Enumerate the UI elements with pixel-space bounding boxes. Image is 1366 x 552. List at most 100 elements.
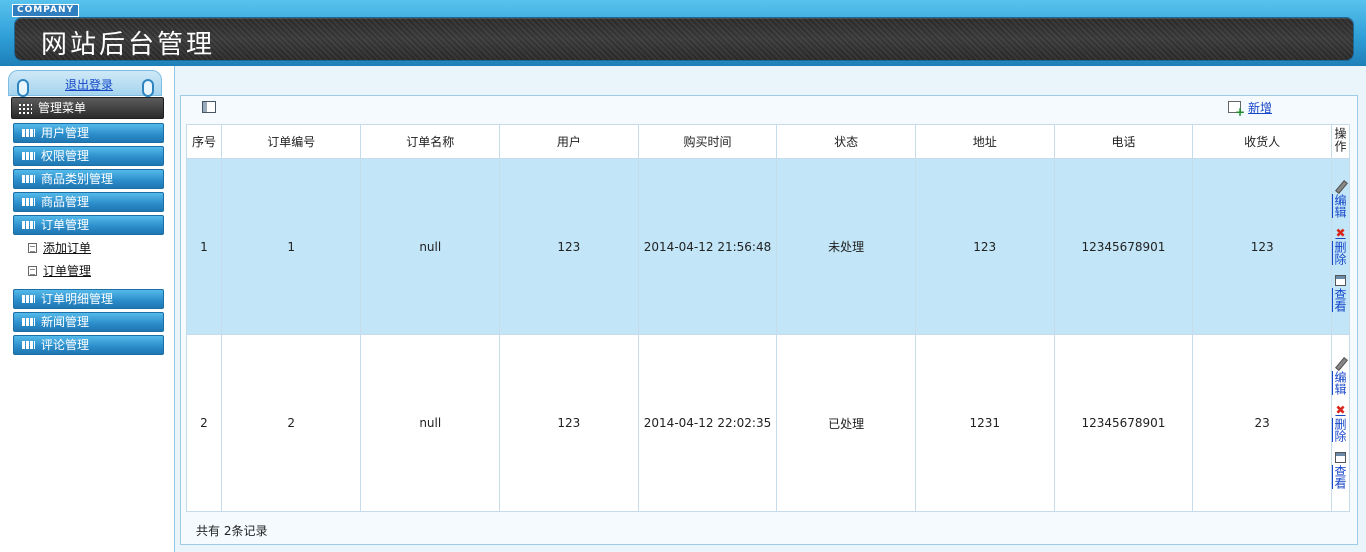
column-header: 购买时间 (637, 124, 778, 159)
sub-item-add-order[interactable]: 添加订单 (28, 239, 91, 257)
cell-order-no: 1 (220, 158, 362, 335)
edit-label: 编辑 (1332, 370, 1347, 395)
cell-actions: 编辑 ✖ 删除 查看 (1330, 334, 1351, 512)
orders-table: 序号 订单编号 订单名称 用户 购买时间 状态 地址 电话 收货人 操作 1 1… (186, 124, 1351, 512)
column-header: 序号 (186, 124, 222, 159)
header-bar: COMPANY 网站后台管理 (0, 0, 1366, 66)
cell-order-no: 2 (220, 334, 362, 512)
column-header: 用户 (499, 124, 639, 159)
cell-order-name: null (360, 158, 501, 335)
table-header-row: 序号 订单编号 订单名称 用户 购买时间 状态 地址 电话 收货人 操作 (186, 124, 1351, 159)
cell-receiver: 123 (1192, 158, 1332, 335)
cell-index: 1 (186, 158, 222, 335)
view-icon (1334, 451, 1346, 463)
sidebar-item-label: 商品管理 (41, 195, 90, 209)
logout-bar: 退出登录 (8, 70, 162, 97)
cell-phone: 12345678901 (1053, 334, 1194, 512)
edit-label: 编辑 (1332, 194, 1347, 218)
menu-bars-icon (22, 175, 35, 183)
ring-icon (142, 79, 154, 97)
menu-bars-icon (22, 295, 35, 303)
delete-button[interactable]: ✖ 删除 (1332, 402, 1349, 442)
sub-item-label: 添加订单 (43, 241, 92, 255)
cell-user: 123 (499, 158, 639, 335)
column-header: 订单编号 (220, 124, 362, 159)
edit-button[interactable]: 编辑 (1332, 358, 1349, 395)
sidebar-item-permissions[interactable]: 权限管理 (13, 146, 164, 166)
column-header: 地址 (914, 124, 1055, 159)
delete-icon: ✖ (1335, 226, 1346, 240)
delete-label: 删除 (1332, 417, 1347, 442)
sidebar-item-label: 订单管理 (41, 218, 90, 232)
add-icon (1228, 101, 1245, 117)
cell-address: 123 (914, 158, 1055, 335)
column-header-actions: 操作 (1330, 124, 1351, 159)
add-button[interactable]: 新增 (1228, 100, 1273, 117)
sidebar-item-label: 用户管理 (41, 126, 90, 140)
menu-bars-icon (22, 318, 35, 326)
column-header: 收货人 (1192, 124, 1332, 159)
menu-title-label: 管理菜单 (38, 101, 87, 115)
column-header: 订单名称 (360, 124, 501, 159)
company-badge: COMPANY (12, 4, 79, 17)
cell-status: 未处理 (776, 158, 916, 335)
menu-bars-icon (22, 152, 35, 160)
cell-status: 已处理 (776, 334, 916, 512)
edit-button[interactable]: 编辑 (1332, 181, 1349, 218)
sub-item-order-management[interactable]: 订单管理 (28, 262, 91, 280)
cell-time: 2014-04-12 21:56:48 (637, 158, 778, 335)
menu-bars-icon (22, 341, 35, 349)
sidebar-item-label: 权限管理 (41, 149, 90, 163)
pencil-icon (1335, 181, 1346, 192)
view-icon (1334, 275, 1346, 286)
view-label: 查看 (1332, 288, 1347, 312)
view-button[interactable]: 查看 (1332, 451, 1349, 489)
column-header: 电话 (1053, 124, 1194, 159)
sidebar-item-order-details[interactable]: 订单明细管理 (13, 289, 164, 309)
window-icon (202, 101, 216, 113)
cell-address: 1231 (914, 334, 1055, 512)
sidebar-item-orders[interactable]: 订单管理 (13, 215, 164, 235)
sidebar-item-users[interactable]: 用户管理 (13, 123, 164, 143)
sidebar-item-products[interactable]: 商品管理 (13, 192, 164, 212)
cell-order-name: null (360, 334, 501, 512)
site-title: 网站后台管理 (41, 30, 216, 60)
cell-user: 123 (499, 334, 639, 512)
banner: 网站后台管理 (14, 17, 1354, 61)
sidebar-item-label: 评论管理 (41, 338, 90, 352)
pencil-icon (1335, 358, 1346, 369)
menu-bars-icon (22, 198, 35, 206)
menu-bars-icon (22, 129, 35, 137)
cell-phone: 12345678901 (1053, 158, 1194, 335)
cell-actions: 编辑 ✖ 删除 查看 (1330, 158, 1351, 335)
view-label: 查看 (1332, 464, 1347, 489)
delete-icon: ✖ (1335, 402, 1346, 417)
document-icon (28, 243, 37, 253)
menu-title: 管理菜单 (11, 97, 164, 119)
sidebar-item-categories[interactable]: 商品类别管理 (13, 169, 164, 189)
cell-index: 2 (186, 334, 222, 512)
column-header-label: 操作 (1332, 127, 1347, 153)
table-row[interactable]: 2 2 null 123 2014-04-12 22:02:35 已处理 123… (186, 334, 1351, 512)
delete-label: 删除 (1332, 241, 1347, 265)
add-label: 新增 (1248, 101, 1273, 115)
sub-item-label: 订单管理 (43, 264, 92, 278)
sidebar-item-comments[interactable]: 评论管理 (13, 335, 164, 355)
table-row[interactable]: 1 1 null 123 2014-04-12 21:56:48 未处理 123… (186, 158, 1351, 335)
cell-time: 2014-04-12 22:02:35 (637, 334, 778, 512)
sidebar-item-news[interactable]: 新闻管理 (13, 312, 164, 332)
column-header: 状态 (776, 124, 916, 159)
ring-icon (17, 79, 29, 97)
sidebar-item-label: 商品类别管理 (41, 172, 114, 186)
sidebar-item-label: 新闻管理 (41, 315, 90, 329)
cell-receiver: 23 (1192, 334, 1332, 512)
sidebar: 退出登录 管理菜单 用户管理 权限管理 商品类别管理 商品管理 订单管理 添加订… (0, 66, 175, 552)
delete-button[interactable]: ✖ 删除 (1332, 226, 1349, 265)
view-button[interactable]: 查看 (1332, 275, 1349, 312)
record-count: 共有 2条记录 (196, 524, 268, 538)
menu-bars-icon (22, 221, 35, 229)
logout-link[interactable]: 退出登录 (65, 76, 113, 93)
document-icon (28, 266, 37, 276)
grid-icon (18, 103, 32, 114)
sidebar-item-label: 订单明细管理 (41, 292, 114, 306)
